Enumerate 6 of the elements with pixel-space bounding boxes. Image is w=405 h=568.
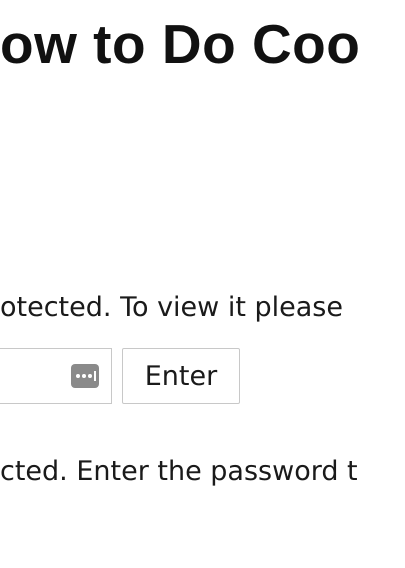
password-field[interactable] [0,348,112,404]
password-key-icon [71,364,99,388]
password-instructions: cted. Enter the password t [0,455,359,489]
page-title: ow to Do Coo [0,12,362,76]
enter-button[interactable]: Enter [122,348,240,404]
protected-notice: otected. To view it please [0,291,344,325]
